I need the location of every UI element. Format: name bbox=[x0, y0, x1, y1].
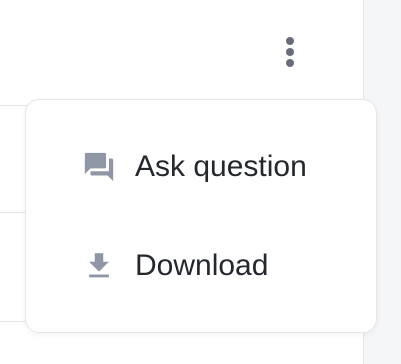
more-options-button[interactable] bbox=[271, 28, 309, 76]
dropdown-menu: Ask question Download bbox=[25, 99, 377, 333]
download-icon bbox=[82, 249, 116, 283]
menu-item-download[interactable]: Download bbox=[26, 234, 376, 298]
kebab-dot bbox=[286, 37, 294, 45]
kebab-dot bbox=[286, 59, 294, 67]
menu-item-ask-question[interactable]: Ask question bbox=[26, 135, 376, 199]
menu-item-label: Ask question bbox=[135, 150, 307, 183]
question-answer-icon bbox=[82, 150, 116, 184]
menu-item-label: Download bbox=[135, 249, 269, 282]
kebab-dot bbox=[286, 48, 294, 56]
